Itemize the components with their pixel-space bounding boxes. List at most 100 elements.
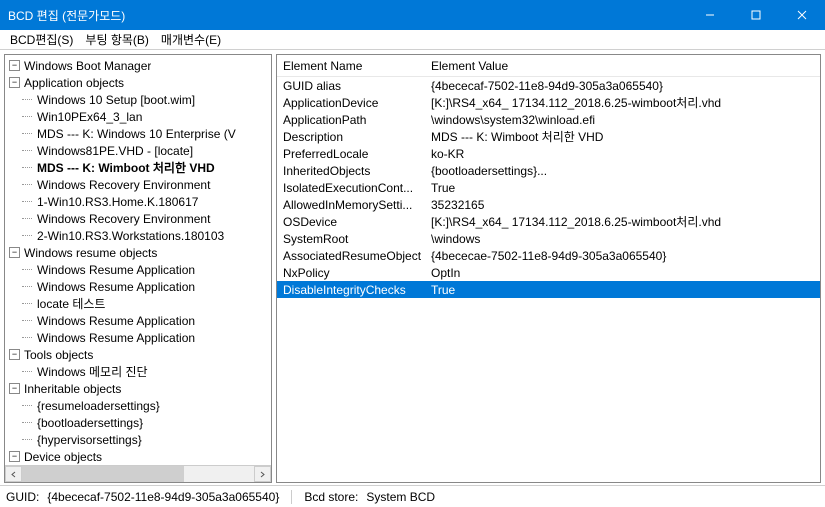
tree-item-label: Windows Recovery Environment [37, 212, 210, 226]
tree-group-label: Inheritable objects [24, 382, 121, 396]
property-row[interactable]: IsolatedExecutionCont...True [277, 179, 820, 196]
tree-scroll[interactable]: −Windows Boot Manager−Application object… [5, 55, 271, 465]
collapse-icon[interactable]: − [9, 349, 20, 360]
tree-item-label: 2-Win10.RS3.Workstations.180103 [37, 229, 224, 243]
tree-group-header[interactable]: −Tools objects [5, 346, 271, 363]
property-row[interactable]: SystemRoot\windows [277, 230, 820, 247]
tree-item-label: 1-Win10.RS3.Home.K.180617 [37, 195, 198, 209]
grid-header: Element Name Element Value [277, 55, 820, 77]
titlebar: BCD 편집 (전문가모드) [0, 0, 825, 30]
tree-item[interactable]: Windows Recovery Environment [5, 210, 271, 227]
property-name: AssociatedResumeObject [277, 249, 427, 263]
property-value: \windows\system32\winload.efi [427, 113, 820, 127]
tree-item[interactable]: MDS --- K: Windows 10 Enterprise (V [5, 125, 271, 142]
object-tree: −Windows Boot Manager−Application object… [5, 57, 271, 465]
tree-item[interactable]: Windows Resume Application [5, 329, 271, 346]
horizontal-scrollbar[interactable] [5, 465, 271, 482]
tree-group-header[interactable]: −Windows resume objects [5, 244, 271, 261]
collapse-icon[interactable]: − [9, 247, 20, 258]
property-row[interactable]: InheritedObjects{bootloadersettings}... [277, 162, 820, 179]
property-row[interactable]: PreferredLocaleko-KR [277, 145, 820, 162]
tree-group-header[interactable]: −Windows Boot Manager [5, 57, 271, 74]
menu-boot-items[interactable]: 부팅 항목(B) [79, 29, 155, 50]
scroll-thumb[interactable] [22, 466, 184, 482]
tree-item[interactable]: Windows Recovery Environment [5, 176, 271, 193]
tree-item[interactable]: Windows Resume Application [5, 261, 271, 278]
tree-item-label: Windows Resume Application [37, 314, 195, 328]
tree-item-label: {hypervisorsettings} [37, 433, 142, 447]
window-buttons [687, 0, 825, 30]
property-row[interactable]: DescriptionMDS --- K: Wimboot 처리한 VHD [277, 128, 820, 145]
menu-bcd-edit[interactable]: BCD편집(S) [4, 29, 79, 50]
tree-item[interactable]: 2-Win10.RS3.Workstations.180103 [5, 227, 271, 244]
property-row[interactable]: DisableIntegrityChecksTrue [277, 281, 820, 298]
tree-item-label: Win10PEx64_3_lan [37, 110, 142, 124]
property-value: {bootloadersettings}... [427, 164, 820, 178]
tree-group-header[interactable]: −Device objects [5, 448, 271, 465]
tree-group-header[interactable]: −Application objects [5, 74, 271, 91]
property-name: GUID alias [277, 79, 427, 93]
tree-item[interactable]: Windows Resume Application [5, 312, 271, 329]
tree-item[interactable]: {bootloadersettings} [5, 414, 271, 431]
property-row[interactable]: AssociatedResumeObject{4bececae-7502-11e… [277, 247, 820, 264]
tree-item[interactable]: Windows Resume Application [5, 278, 271, 295]
window-title: BCD 편집 (전문가모드) [8, 7, 125, 24]
property-name: InheritedObjects [277, 164, 427, 178]
collapse-icon[interactable]: − [9, 451, 20, 462]
status-guid-label: GUID: [6, 490, 39, 504]
menubar: BCD편집(S) 부팅 항목(B) 매개변수(E) [0, 30, 825, 50]
tree-group-header[interactable]: −Inheritable objects [5, 380, 271, 397]
tree-item[interactable]: {hypervisorsettings} [5, 431, 271, 448]
property-row[interactable]: OSDevice[K:]\RS4_x64_ 17134.112_2018.6.2… [277, 213, 820, 230]
status-guid-value: {4bececaf-7502-11e8-94d9-305a3a065540} [47, 490, 279, 504]
tree-item-label: Windows 메모리 진단 [37, 363, 148, 380]
statusbar: GUID: {4bececaf-7502-11e8-94d9-305a3a065… [0, 485, 825, 507]
scroll-left-button[interactable] [5, 466, 22, 482]
properties-grid: Element Name Element Value GUID alias{4b… [277, 55, 820, 482]
status-separator [291, 490, 292, 504]
collapse-icon[interactable]: − [9, 60, 20, 71]
minimize-button[interactable] [687, 0, 733, 30]
tree-item[interactable]: MDS --- K: Wimboot 처리한 VHD [5, 159, 271, 176]
tree-item-label: Windows 10 Setup [boot.wim] [37, 93, 195, 107]
collapse-icon[interactable]: − [9, 77, 20, 88]
property-name: IsolatedExecutionCont... [277, 181, 427, 195]
status-store-value: System BCD [366, 490, 435, 504]
menu-parameters[interactable]: 매개변수(E) [155, 29, 227, 50]
tree-item-label: Windows Resume Application [37, 331, 195, 345]
tree-item-label: locate 테스트 [37, 295, 105, 312]
property-name: AllowedInMemorySetti... [277, 198, 427, 212]
property-value: MDS --- K: Wimboot 처리한 VHD [427, 128, 820, 145]
tree-group-label: Windows resume objects [24, 246, 157, 260]
property-value: True [427, 283, 820, 297]
property-value: ko-KR [427, 147, 820, 161]
tree-item-label: {bootloadersettings} [37, 416, 143, 430]
tree-item[interactable]: Windows 10 Setup [boot.wim] [5, 91, 271, 108]
property-row[interactable]: AllowedInMemorySetti...35232165 [277, 196, 820, 213]
tree-pane: −Windows Boot Manager−Application object… [4, 54, 272, 483]
maximize-button[interactable] [733, 0, 779, 30]
tree-item[interactable]: Windows81PE.VHD - [locate] [5, 142, 271, 159]
tree-item[interactable]: {resumeloadersettings} [5, 397, 271, 414]
property-value: OptIn [427, 266, 820, 280]
tree-item[interactable]: Win10PEx64_3_lan [5, 108, 271, 125]
property-name: DisableIntegrityChecks [277, 283, 427, 297]
collapse-icon[interactable]: − [9, 383, 20, 394]
property-value: 35232165 [427, 198, 820, 212]
status-store-label: Bcd store: [304, 490, 358, 504]
property-value: True [427, 181, 820, 195]
close-button[interactable] [779, 0, 825, 30]
property-row[interactable]: NxPolicyOptIn [277, 264, 820, 281]
scroll-track[interactable] [22, 466, 254, 482]
tree-item[interactable]: 1-Win10.RS3.Home.K.180617 [5, 193, 271, 210]
tree-item[interactable]: Windows 메모리 진단 [5, 363, 271, 380]
property-name: ApplicationPath [277, 113, 427, 127]
property-row[interactable]: ApplicationDevice[K:]\RS4_x64_ 17134.112… [277, 94, 820, 111]
header-element-name[interactable]: Element Name [277, 59, 427, 73]
tree-group-label: Windows Boot Manager [24, 59, 151, 73]
tree-item[interactable]: locate 테스트 [5, 295, 271, 312]
header-element-value[interactable]: Element Value [427, 59, 820, 73]
property-row[interactable]: ApplicationPath\windows\system32\winload… [277, 111, 820, 128]
property-row[interactable]: GUID alias{4bececaf-7502-11e8-94d9-305a3… [277, 77, 820, 94]
scroll-right-button[interactable] [254, 466, 271, 482]
